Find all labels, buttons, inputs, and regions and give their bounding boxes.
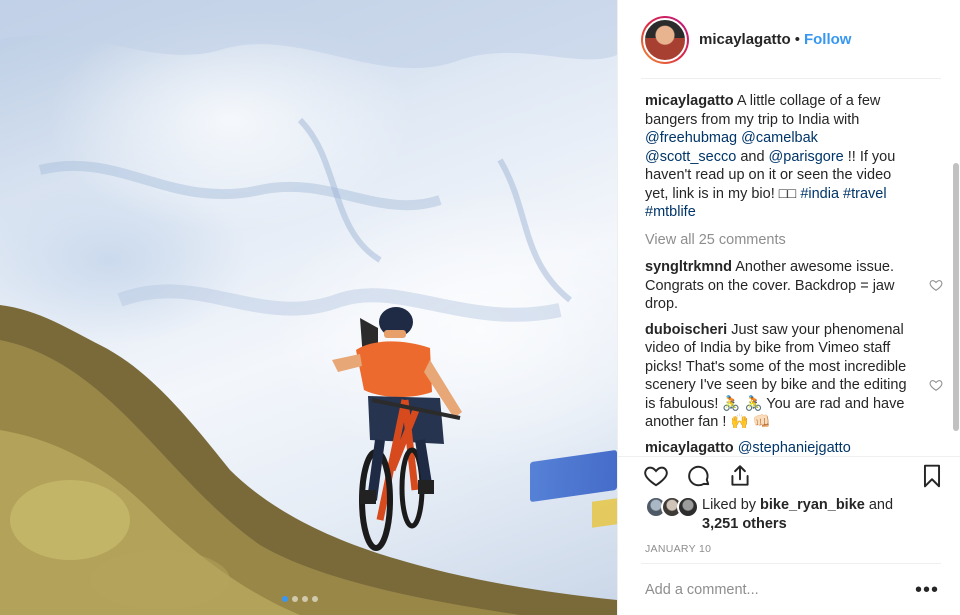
likes-others-link[interactable]: 3,251 others	[702, 516, 787, 532]
like-comment-heart-icon[interactable]	[929, 378, 943, 392]
caption-username[interactable]: micaylagatto	[645, 93, 734, 109]
add-comment-input[interactable]	[645, 581, 895, 598]
likes-text: Liked by bike_ryan_bike and 3,251 others	[702, 496, 932, 534]
header-separator: •	[794, 31, 800, 48]
more-options-button[interactable]: •••	[915, 580, 939, 600]
carousel-dot-2[interactable]	[292, 596, 298, 602]
avatar[interactable]	[643, 17, 687, 62]
view-all-comments-link[interactable]: View all 25 comments	[645, 231, 927, 250]
like-heart-icon[interactable]	[643, 463, 669, 489]
comments-list: micaylagatto A little collage of a few b…	[645, 92, 943, 457]
carousel-dot-3[interactable]	[302, 596, 308, 602]
liker-avatars[interactable]	[645, 496, 699, 518]
caption-text: and	[736, 148, 769, 165]
carousel-dot-1[interactable]	[282, 596, 288, 602]
follow-button[interactable]: Follow	[804, 31, 852, 48]
comment-item: syngltrkmnd Another awesome issue. Congr…	[645, 258, 943, 314]
post-date[interactable]: JANUARY 10	[645, 543, 711, 555]
comments-scrollbar[interactable]	[953, 163, 959, 431]
photo-scene	[0, 0, 617, 615]
hashtag-link[interactable]: #travel	[843, 186, 887, 202]
like-comment-heart-icon[interactable]	[929, 278, 943, 292]
comments-scroll-area[interactable]: micaylagatto A little collage of a few b…	[618, 79, 960, 456]
liker-username[interactable]: bike_ryan_bike	[760, 497, 865, 513]
share-icon[interactable]	[727, 463, 753, 489]
comment-item: micaylagatto @stephaniejgatto	[645, 439, 927, 457]
mention-link[interactable]: @parisgore	[769, 149, 844, 165]
mention-link[interactable]: @stephaniejgatto	[738, 440, 851, 456]
mention-link[interactable]: @scott_secco	[645, 149, 736, 165]
comment-username[interactable]: syngltrkmnd	[645, 259, 732, 275]
post-side-panel: micaylagatto • Follow micaylagatto A lit…	[617, 0, 960, 615]
avatar-story-ring[interactable]	[641, 15, 689, 64]
liker-avatar[interactable]	[677, 496, 699, 518]
add-comment-bar: •••	[641, 563, 941, 615]
bookmark-icon[interactable]	[919, 463, 945, 489]
post-header: micaylagatto • Follow	[618, 0, 960, 79]
header-username[interactable]: micaylagatto	[699, 31, 791, 48]
rider	[332, 307, 462, 551]
caption: micaylagatto A little collage of a few b…	[645, 92, 927, 222]
likes-summary: Liked by bike_ryan_bike and 3,251 others	[645, 496, 932, 534]
post-photo[interactable]	[0, 0, 617, 615]
likes-prefix: Liked by	[702, 497, 761, 513]
comment-bubble-icon[interactable]	[686, 463, 712, 489]
action-bar	[618, 456, 960, 496]
comment-username[interactable]: micaylagatto	[645, 440, 734, 456]
mention-link[interactable]: @camelbak	[741, 130, 818, 146]
hashtag-link[interactable]: #mtblife	[645, 204, 696, 220]
carousel-dot-4[interactable]	[312, 596, 318, 602]
prayer-flag-yellow	[592, 498, 617, 528]
mention-link[interactable]: @freehubmag	[645, 130, 737, 146]
hashtag-link[interactable]: #india	[800, 186, 839, 202]
carousel-indicator	[282, 596, 318, 602]
likes-middle: and	[864, 497, 894, 513]
comment-item: duboischeri Just saw your phenomenal vid…	[645, 321, 943, 432]
comment-username[interactable]: duboischeri	[645, 322, 727, 338]
